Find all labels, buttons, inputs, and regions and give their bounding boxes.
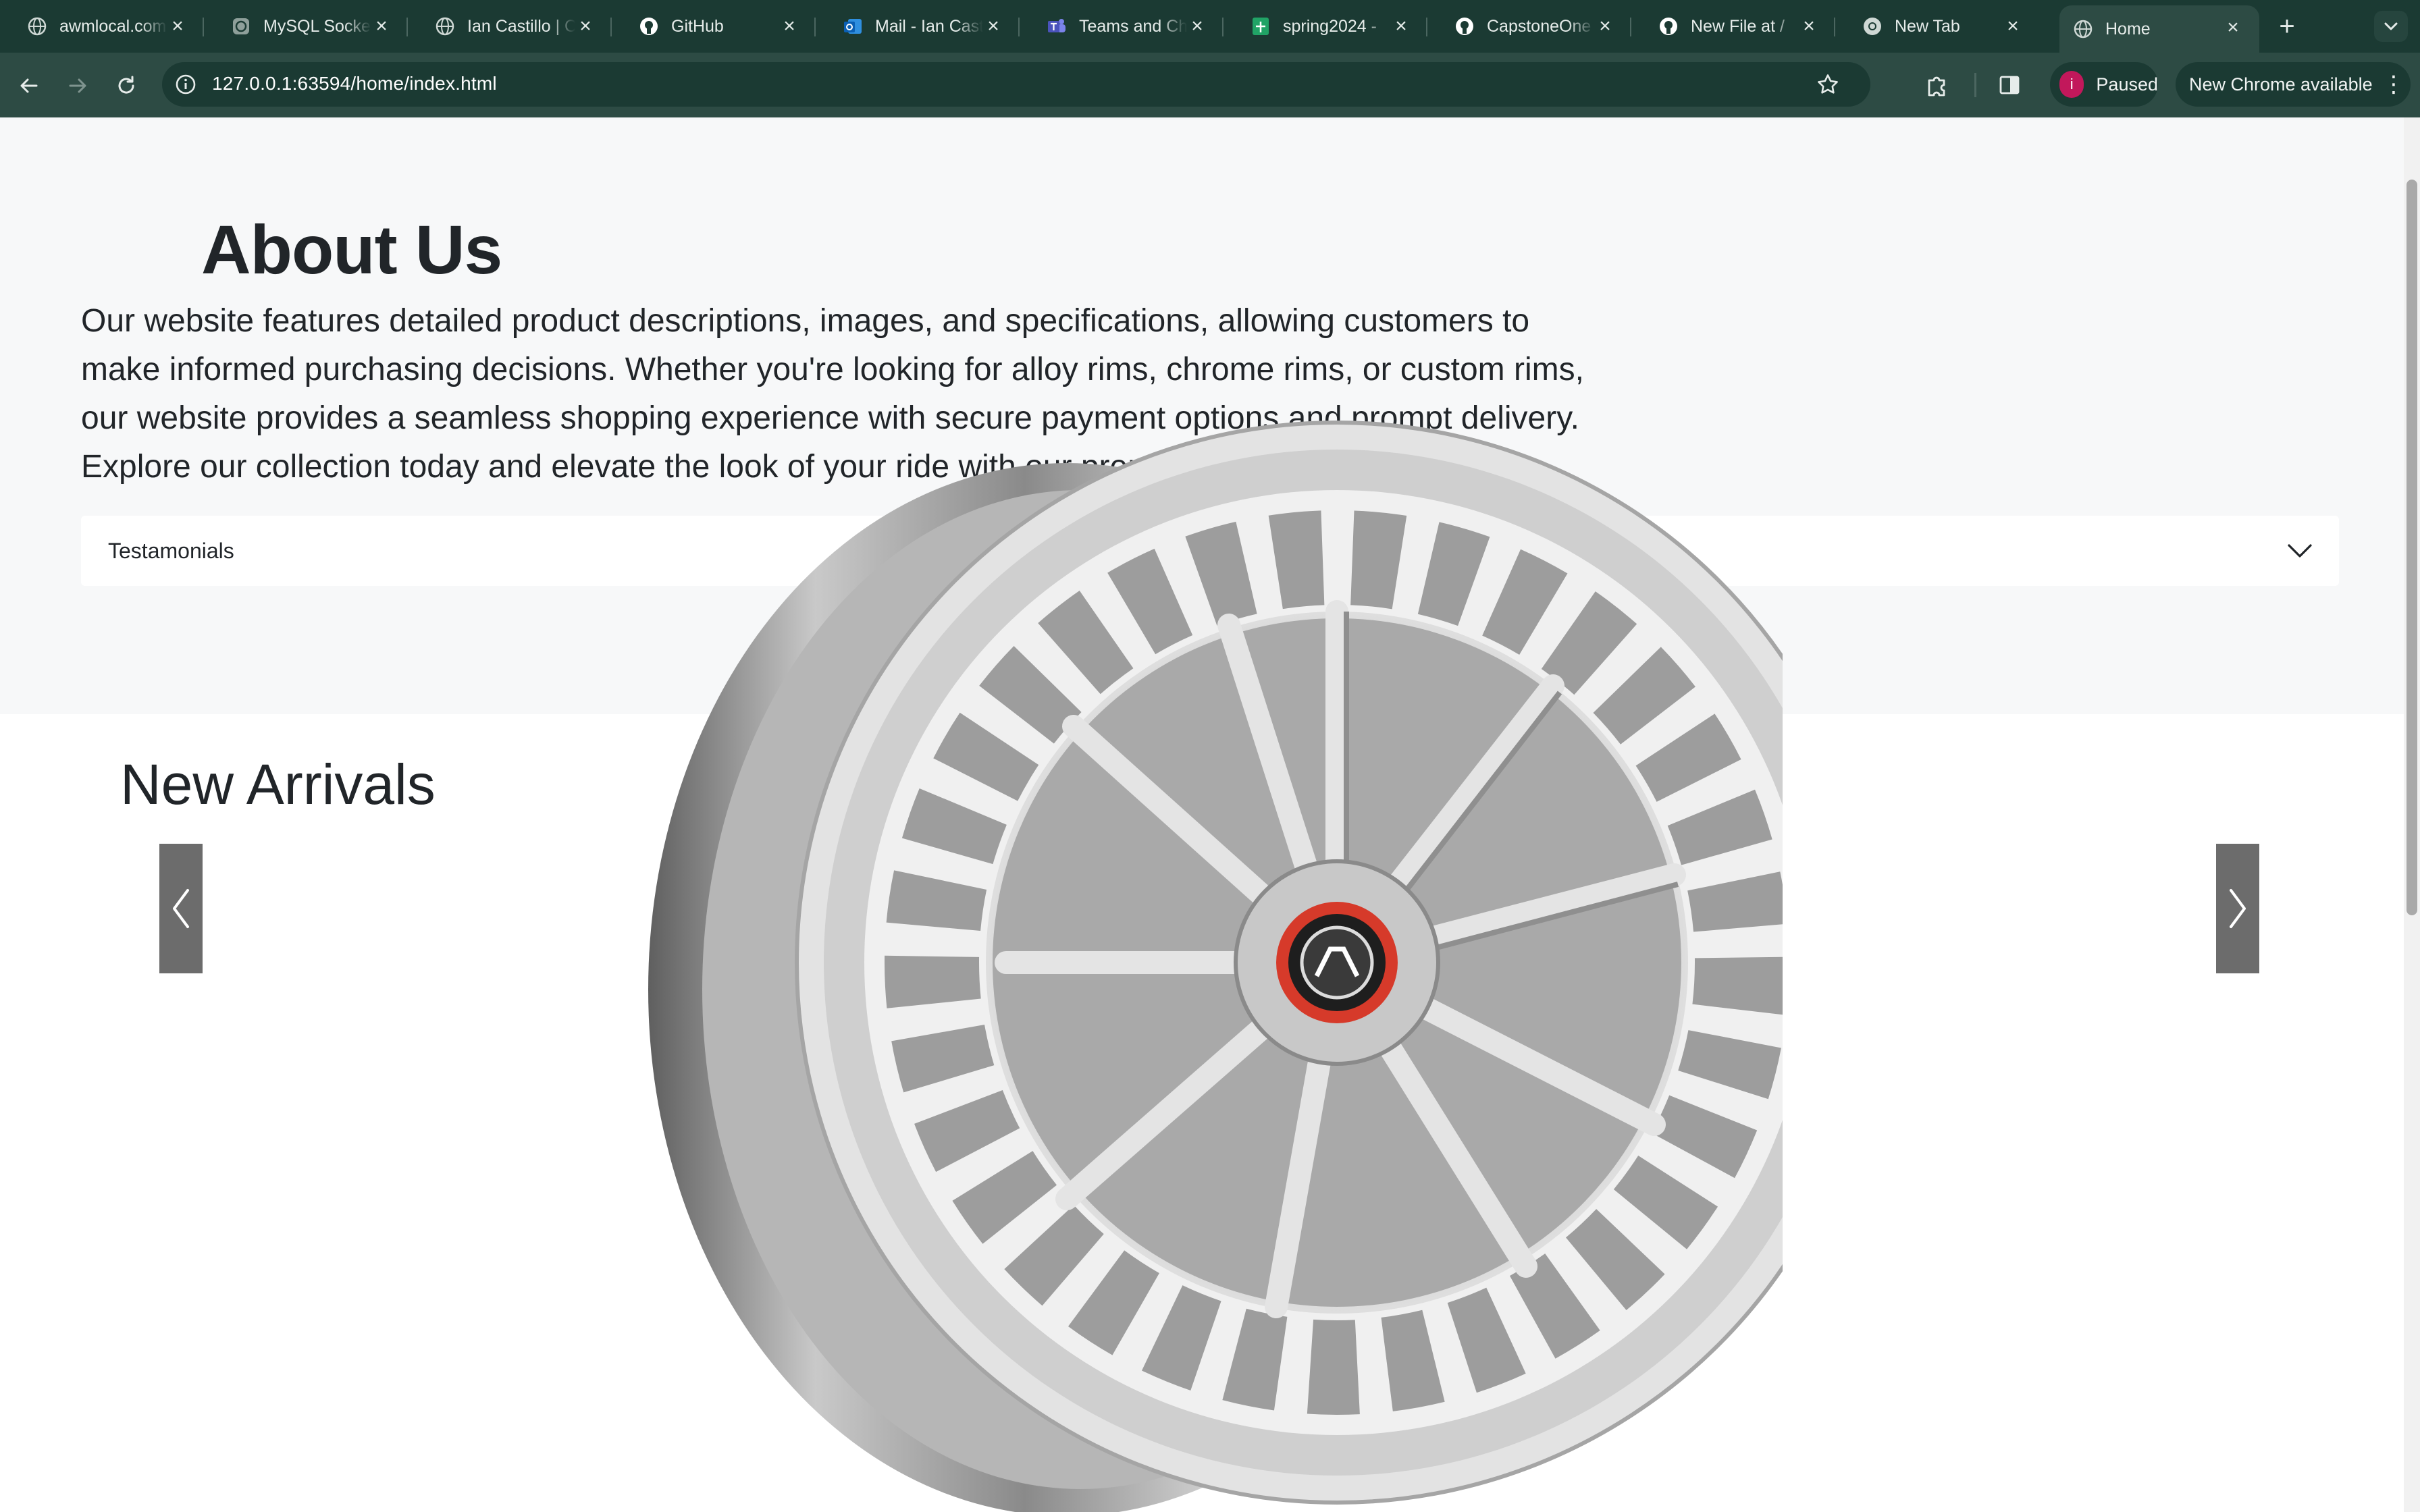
- tab-title: spring2024 -: [1283, 16, 1377, 36]
- close-tab-button[interactable]: ×: [2003, 16, 2023, 36]
- github-icon: [1658, 16, 1679, 36]
- tab-title: Mail - Ian Cast: [875, 16, 983, 36]
- chrome-icon: [1862, 16, 1883, 36]
- wheel-image: [648, 421, 1783, 1512]
- close-tab-button[interactable]: ×: [983, 16, 1003, 36]
- update-label: New Chrome available: [2189, 74, 2373, 94]
- reload-button[interactable]: [108, 68, 144, 104]
- tab-title: GitHub: [671, 16, 724, 36]
- new-tab-button[interactable]: +: [2270, 9, 2304, 43]
- globe-icon: [435, 16, 455, 36]
- carousel-next-button[interactable]: [2216, 844, 2259, 973]
- site-info-icon[interactable]: [169, 68, 203, 101]
- extensions-puzzle-icon[interactable]: [1919, 66, 1957, 104]
- chevron-down-icon: [2288, 544, 2312, 558]
- close-tab-button[interactable]: ×: [1187, 16, 1207, 36]
- tab-title: New Tab: [1895, 16, 1960, 36]
- github-icon: [639, 16, 659, 36]
- toolbar-divider: [1974, 73, 1976, 97]
- globe-icon: [27, 16, 47, 36]
- forward-button[interactable]: [59, 68, 96, 104]
- accordion-label: Testamonials: [108, 539, 234, 563]
- side-panel-icon[interactable]: [1991, 66, 2028, 104]
- chatgpt-icon: [231, 16, 251, 36]
- chevron-right-icon: [2230, 889, 2246, 928]
- browser-tab[interactable]: CapstoneOne ×: [1427, 5, 1631, 47]
- arrow-left-icon: [20, 78, 38, 93]
- page-viewport: About Us Our website features detailed p…: [0, 117, 2420, 1512]
- profile-status: Paused: [2096, 74, 2158, 94]
- reload-icon: [118, 76, 134, 94]
- update-chrome-button[interactable]: New Chrome available ⋮: [2176, 62, 2411, 107]
- browser-tab[interactable]: MySQL Socket ×: [204, 5, 408, 47]
- github-icon: [1454, 16, 1475, 36]
- arrow-right-icon: [69, 78, 86, 93]
- close-tab-button[interactable]: ×: [779, 16, 799, 36]
- browser-tab[interactable]: spring2024 - ×: [1224, 5, 1427, 47]
- tab-title: CapstoneOne: [1487, 16, 1592, 36]
- close-tab-button[interactable]: ×: [1595, 16, 1615, 36]
- browser-tab[interactable]: Mail - Ian Cast ×: [816, 5, 1020, 47]
- sheets-icon: [1251, 16, 1271, 36]
- browser-toolbar: 127.0.0.1:63594/home/index.html i Paused…: [0, 53, 2420, 117]
- browser-tab[interactable]: GitHub ×: [612, 5, 816, 47]
- carousel-prev-button[interactable]: [159, 844, 203, 973]
- tab-title: New File at /: [1691, 16, 1785, 36]
- chevron-down-icon: [2384, 22, 2398, 30]
- tab-title: Home: [2105, 19, 2151, 38]
- address-bar[interactable]: 127.0.0.1:63594/home/index.html: [162, 62, 1870, 107]
- browser-tab[interactable]: Ian Castillo | C ×: [408, 5, 612, 47]
- close-tab-button[interactable]: ×: [575, 16, 596, 36]
- teams-icon: [1047, 16, 1067, 36]
- scrollbar-thumb[interactable]: [2406, 180, 2417, 915]
- chevron-left-icon: [173, 889, 189, 928]
- close-tab-button[interactable]: ×: [371, 16, 392, 36]
- close-tab-button[interactable]: ×: [1799, 16, 1819, 36]
- tab-title: Teams and Ch: [1079, 16, 1187, 36]
- profile-button[interactable]: i Paused: [2050, 62, 2158, 107]
- tab-title: MySQL Socket: [263, 16, 371, 36]
- close-tab-button[interactable]: ×: [2223, 18, 2243, 38]
- about-title: About Us: [201, 211, 502, 288]
- close-tab-button[interactable]: ×: [1391, 16, 1411, 36]
- more-menu-icon[interactable]: ⋮: [2382, 69, 2405, 100]
- avatar: i: [2059, 71, 2084, 98]
- back-button[interactable]: [11, 68, 47, 104]
- bookmark-star-icon[interactable]: [1812, 69, 1843, 100]
- close-tab-button[interactable]: ×: [167, 16, 188, 36]
- tab-strip: awmlocal.com × MySQL Socket × Ian Castil…: [0, 0, 2420, 53]
- tab-search-button[interactable]: [2374, 11, 2408, 42]
- browser-tab[interactable]: Teams and Ch ×: [1020, 5, 1224, 47]
- tab-title: Ian Castillo | C: [467, 16, 575, 36]
- browser-tab-active[interactable]: Home ×: [2059, 5, 2259, 53]
- browser-tab[interactable]: New File at / ×: [1631, 5, 1835, 47]
- tab-title: awmlocal.com: [59, 16, 167, 36]
- browser-tab[interactable]: awmlocal.com ×: [0, 5, 204, 47]
- url-text: 127.0.0.1:63594/home/index.html: [212, 73, 497, 94]
- globe-icon: [2073, 19, 2093, 39]
- arrivals-title: New Arrivals: [120, 753, 436, 816]
- outlook-icon: [843, 16, 863, 36]
- browser-tab[interactable]: New Tab ×: [1835, 5, 2039, 47]
